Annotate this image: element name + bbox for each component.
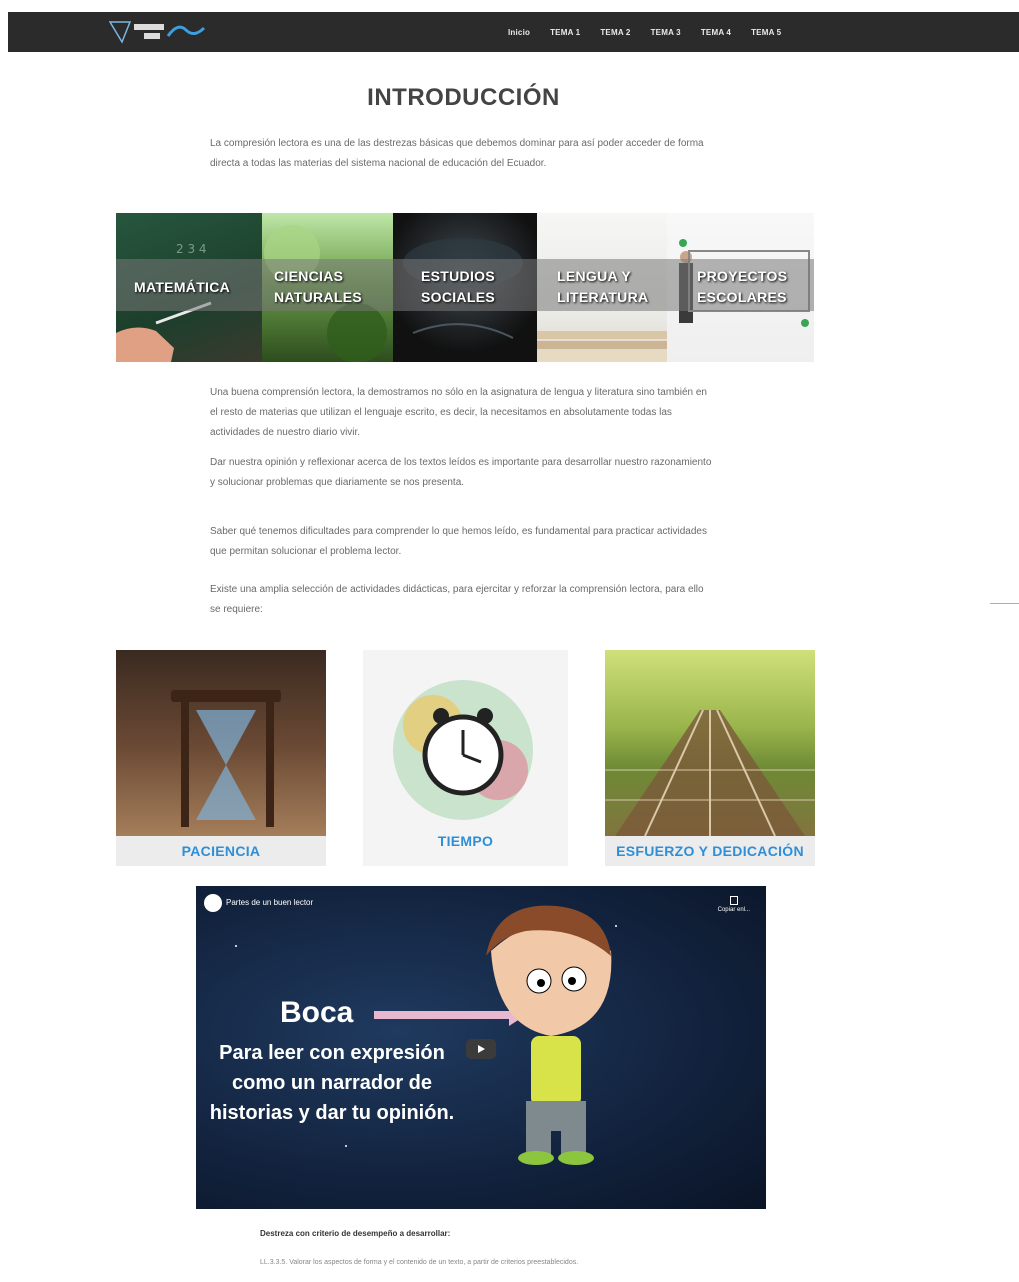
- subject-label: PROYECTOS ESCOLARES: [697, 268, 788, 305]
- nav-tema-2[interactable]: TEMA 2: [600, 28, 630, 37]
- svg-text:2 3 4: 2 3 4: [176, 242, 207, 256]
- subject-proyectos-escolares[interactable]: PROYECTOS ESCOLARES: [667, 213, 814, 362]
- logo-graphic: [108, 21, 206, 44]
- video-headline: Boca: [280, 996, 354, 1029]
- nav-inicio[interactable]: Inicio: [508, 28, 530, 37]
- subject-label: CIENCIAS NATURALES: [274, 268, 362, 305]
- skill-title: Destreza con criterio de desempeño a des…: [260, 1229, 451, 1238]
- page-title: INTRODUCCIÓN: [367, 84, 560, 111]
- nav-menu: Inicio TEMA 1 TEMA 2 TEMA 3 TEMA 4 TEMA …: [508, 12, 801, 52]
- subject-lengua-literatura[interactable]: LENGUA Y LITERATURA: [537, 213, 667, 362]
- card-caption: PACIENCIA: [116, 836, 326, 866]
- intro-paragraph: La compresión lectora es una de las dest…: [210, 138, 704, 169]
- body-paragraph-4: Existe una amplia selección de actividad…: [210, 584, 704, 615]
- subject-estudios-sociales[interactable]: ESTUDIOS SOCIALES: [393, 213, 537, 362]
- card-tiempo: TIEMPO: [363, 650, 568, 866]
- hourglass-illustration: [171, 690, 281, 827]
- skill-text: LL.3.3.5. Valorar los aspectos de forma …: [260, 1259, 579, 1266]
- video-player[interactable]: Partes de un buen lector Copiar enl... B…: [196, 886, 766, 1209]
- nav-tema-5[interactable]: TEMA 5: [751, 28, 781, 37]
- body-paragraph-1: Una buena comprensión lectora, la demost…: [210, 387, 707, 438]
- site-logo[interactable]: [108, 18, 208, 46]
- card-paciencia: PACIENCIA: [116, 650, 326, 866]
- subjects-banner: 2 3 4 MATEMÁTICA CIENCIAS NATURALES ESTU…: [116, 213, 814, 362]
- body-paragraph-2: Dar nuestra opinión y reflexionar acerca…: [210, 457, 712, 488]
- clock-illustration: [393, 680, 533, 820]
- nav-tema-4[interactable]: TEMA 4: [701, 28, 731, 37]
- nav-tema-3[interactable]: TEMA 3: [651, 28, 681, 37]
- subject-matematica[interactable]: 2 3 4 MATEMÁTICA: [116, 213, 262, 362]
- body-paragraph-3: Saber qué tenemos dificultades para comp…: [210, 526, 707, 557]
- subject-label: LENGUA Y LITERATURA: [557, 268, 649, 305]
- video-subtitle: Para leer con expresión como un narrador…: [209, 1042, 455, 1124]
- card-caption: ESFUERZO Y DEDICACIÓN: [605, 836, 815, 866]
- card-esfuerzo: ESFUERZO Y DEDICACIÓN: [605, 650, 815, 866]
- subject-label: MATEMÁTICA: [134, 279, 231, 295]
- play-button[interactable]: [466, 1039, 496, 1059]
- field-illustration: [605, 709, 815, 836]
- subject-label: ESTUDIOS SOCIALES: [421, 268, 495, 305]
- nav-tema-1[interactable]: TEMA 1: [550, 28, 580, 37]
- card-caption: TIEMPO: [437, 833, 494, 849]
- side-divider: [990, 603, 1019, 604]
- top-navbar: Inicio TEMA 1 TEMA 2 TEMA 3 TEMA 4 TEMA …: [8, 12, 1019, 52]
- subject-ciencias-naturales[interactable]: CIENCIAS NATURALES: [262, 213, 393, 362]
